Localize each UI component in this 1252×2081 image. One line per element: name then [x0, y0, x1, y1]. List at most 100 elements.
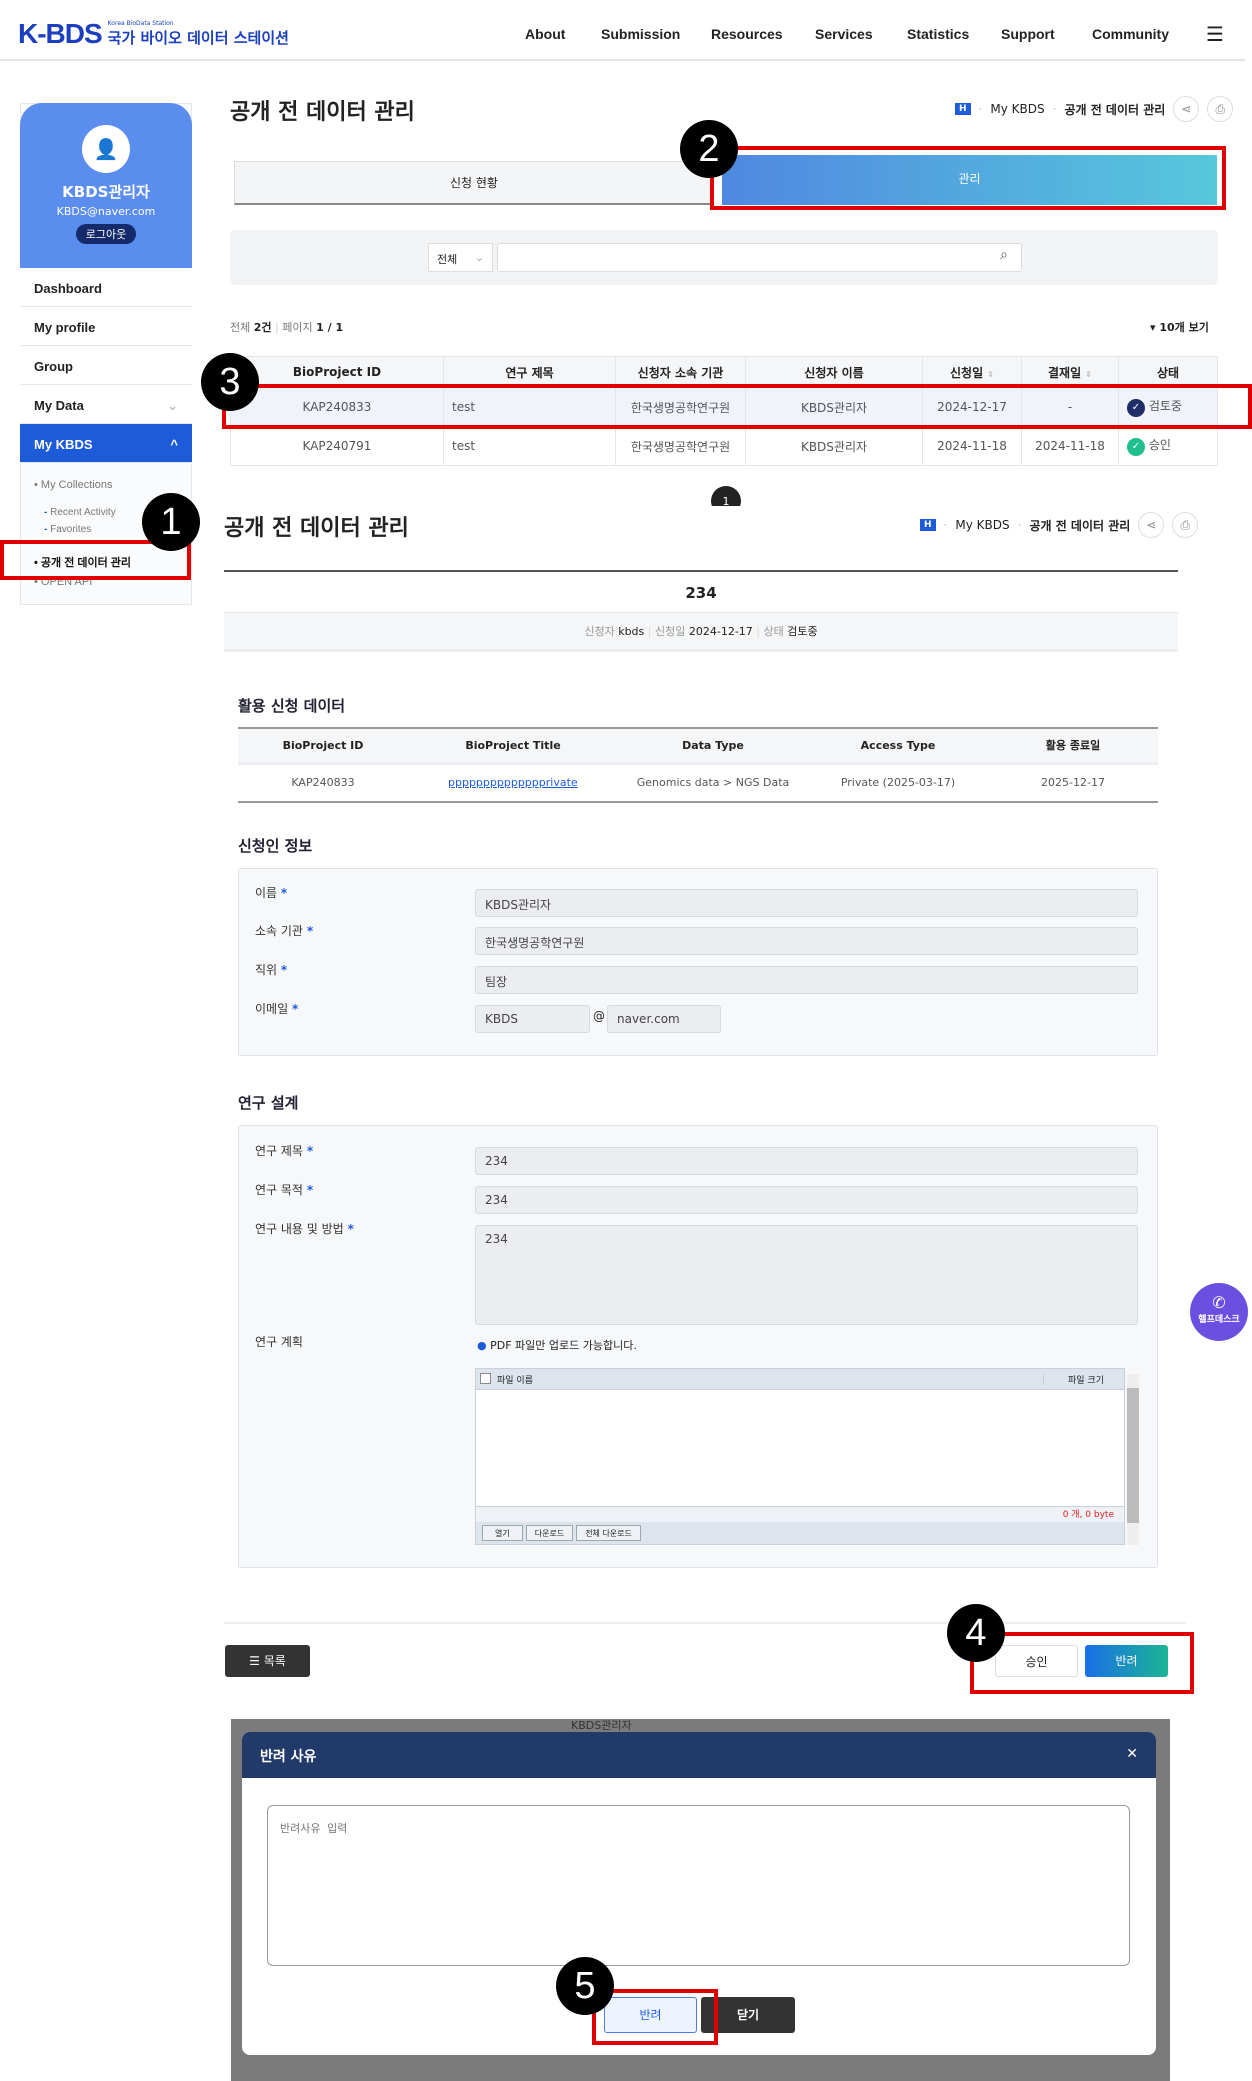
step-badge-4: 4	[947, 1604, 1005, 1662]
section-title-applicant: 신청인 정보	[238, 837, 313, 855]
nav-submission[interactable]: Submission	[601, 26, 680, 42]
download-all-button[interactable]: 전체 다운로드	[576, 1525, 641, 1541]
section-title-data: 활용 신청 데이터	[238, 697, 346, 715]
profile-card: 👤 KBDS관리자 KBDS@naver.com 로그아웃	[20, 103, 192, 268]
label-name: 이름 *	[255, 886, 288, 900]
detail-heading: 234	[685, 584, 717, 602]
detail-meta: 신청자 kbds | 신청일 2024-12-17 | 상태 검토중	[224, 612, 1178, 652]
breadcrumb: H · My KBDS · 공개 전 데이터 관리 ⋖ ⎙	[920, 512, 1199, 538]
chevron-down-icon: ⌄	[167, 398, 178, 413]
select-all-checkbox[interactable]	[480, 1373, 491, 1384]
chevron-up-icon: ^	[170, 437, 178, 452]
search-icon[interactable]: ⌕	[1000, 247, 1008, 263]
label-position: 직위 *	[255, 963, 288, 977]
label-email: 이메일 *	[255, 1002, 299, 1016]
sidebar-sub-recent-activity[interactable]: - Recent Activity	[44, 507, 116, 518]
table-header: BioProject ID 연구 제목 신청자 소속 기관 신청자 이름 신청일 ⇕ 결…	[230, 356, 1218, 388]
step-badge-1: 1	[142, 493, 200, 551]
highlight-box-2	[710, 146, 1226, 210]
per-page-select[interactable]: ▾ 10개 보기	[1150, 319, 1209, 335]
at-sign: @	[593, 1009, 605, 1023]
chevron-down-icon: ⌄	[474, 251, 484, 264]
nav-support[interactable]: Support	[1001, 26, 1055, 42]
logout-button[interactable]: 로그아웃	[75, 224, 137, 244]
share-icon[interactable]: ⋖	[1138, 512, 1165, 538]
sort-apply-date[interactable]: 신청일 ⇕	[922, 356, 1022, 388]
label-research-plan: 연구 계획	[255, 1335, 303, 1349]
nav-about[interactable]: About	[525, 26, 565, 42]
user-email: KBDS@naver.com	[56, 205, 156, 218]
home-icon[interactable]: H	[955, 103, 971, 115]
bioproject-title-link[interactable]: pppppppppppppprivate	[448, 776, 578, 789]
research-content-textarea[interactable]: 234	[475, 1225, 1138, 1325]
search-scope-select[interactable]: 전체 ⌄	[428, 243, 493, 272]
step-badge-3: 3	[201, 353, 259, 411]
nav-resources[interactable]: Resources	[711, 26, 783, 42]
label-org: 소속 기관 *	[255, 924, 314, 938]
email-domain-field[interactable]: naver.com	[607, 1005, 721, 1033]
file-list[interactable]	[476, 1390, 1124, 1506]
approved-icon: ✓	[1127, 438, 1145, 456]
file-scrollbar[interactable]	[1127, 1374, 1139, 1545]
divider	[224, 570, 1178, 572]
data-table: BioProject ID BioProject Title Data Type Ac…	[238, 727, 1158, 803]
print-icon[interactable]: ⎙	[1172, 512, 1199, 538]
search-input[interactable]	[497, 243, 1022, 272]
nav-statistics[interactable]: Statistics	[907, 26, 969, 42]
sidebar-item-dashboard[interactable]: Dashboard	[20, 268, 192, 307]
list-icon: ☰	[249, 1654, 260, 1668]
open-file-button[interactable]: 열기	[482, 1525, 523, 1541]
label-research-title: 연구 제목 *	[255, 1144, 314, 1158]
user-name: KBDS관리자	[62, 183, 150, 201]
download-button[interactable]: 다운로드	[525, 1525, 574, 1541]
hamburger-menu-icon[interactable]: ☰	[1206, 22, 1224, 46]
label-research-purpose: 연구 목적 *	[255, 1183, 314, 1197]
page-title: 공개 전 데이터 관리	[230, 100, 415, 125]
table-row: KAP240833 pppppppppppppprivate Genomics da…	[238, 763, 1158, 802]
logo[interactable]: K-BDS Korea BioData Station 국가 바이오 데이터 스테…	[18, 18, 289, 50]
sidebar-item-my-profile[interactable]: My profile	[20, 307, 192, 346]
sidebar-sub-my-collections[interactable]: • My Collections	[34, 479, 112, 491]
nav-services[interactable]: Services	[815, 26, 873, 42]
avatar: 👤	[82, 125, 130, 173]
sort-decision-date[interactable]: 결재일 ⇕	[1021, 356, 1119, 388]
tab-application-status[interactable]: 신청 현황	[234, 161, 714, 205]
list-button[interactable]: ☰ 목록	[225, 1645, 310, 1677]
chat-icon: ✆	[1212, 1293, 1226, 1312]
breadcrumb: H · My KBDS · 공개 전 데이터 관리 ⋖ ⎙	[955, 96, 1234, 122]
step-badge-5: 5	[556, 1957, 614, 2015]
sidebar-sub-favorites[interactable]: - Favorites	[44, 524, 91, 535]
sidebar-item-group[interactable]: Group	[20, 346, 192, 385]
plan-note: ● PDF 파일만 업로드 가능합니다.	[477, 1339, 637, 1352]
share-icon[interactable]: ⋖	[1173, 96, 1200, 122]
page-button-1[interactable]: 1	[711, 486, 741, 506]
home-icon[interactable]: H	[920, 519, 936, 531]
research-title-field[interactable]: 234	[475, 1147, 1138, 1175]
email-user-field[interactable]: KBDS	[475, 1005, 590, 1033]
print-icon[interactable]: ⎙	[1207, 96, 1234, 122]
reject-reason-input[interactable]	[267, 1805, 1130, 1966]
breadcrumb-my-kbds[interactable]: My KBDS	[955, 518, 1009, 532]
file-summary: 0 개, 0 byte	[476, 1506, 1124, 1522]
pagination: 1	[711, 486, 741, 506]
close-icon[interactable]: ✕	[1126, 1746, 1138, 1762]
info-icon: ●	[477, 1339, 487, 1352]
breadcrumb-my-kbds[interactable]: My KBDS	[990, 102, 1044, 116]
section-title-design: 연구 설계	[238, 1094, 299, 1112]
name-field[interactable]: KBDS관리자	[475, 889, 1138, 917]
table-row[interactable]: KAP240791 test 한국생명공학연구원 KBDS관리자 2024-11-18 2…	[230, 426, 1218, 466]
research-purpose-field[interactable]: 234	[475, 1186, 1138, 1214]
highlight-box-3	[222, 384, 1252, 429]
nav-community[interactable]: Community	[1092, 26, 1169, 42]
status-badge: ✓ 승인	[1118, 426, 1218, 466]
org-field[interactable]: 한국생명공학연구원	[475, 927, 1138, 955]
step-badge-2: 2	[680, 120, 738, 178]
sidebar-item-my-kbds[interactable]: My KBDS ^	[20, 424, 192, 463]
helpdesk-button[interactable]: ✆ 헬프데스크	[1190, 1283, 1248, 1341]
position-field[interactable]: 팀장	[475, 966, 1138, 994]
modal-header: 반려 사유 ✕	[242, 1732, 1156, 1778]
file-upload-widget: 파일 이름 파일 크기 0 개, 0 byte 열기 다운로드 전체 다운로드	[475, 1368, 1125, 1545]
breadcrumb-current: 공개 전 데이터 관리	[1029, 518, 1131, 533]
result-count: 전체 2건 | 페이지 1 / 1	[230, 321, 344, 334]
sidebar-item-my-data[interactable]: My Data ⌄	[20, 385, 192, 424]
